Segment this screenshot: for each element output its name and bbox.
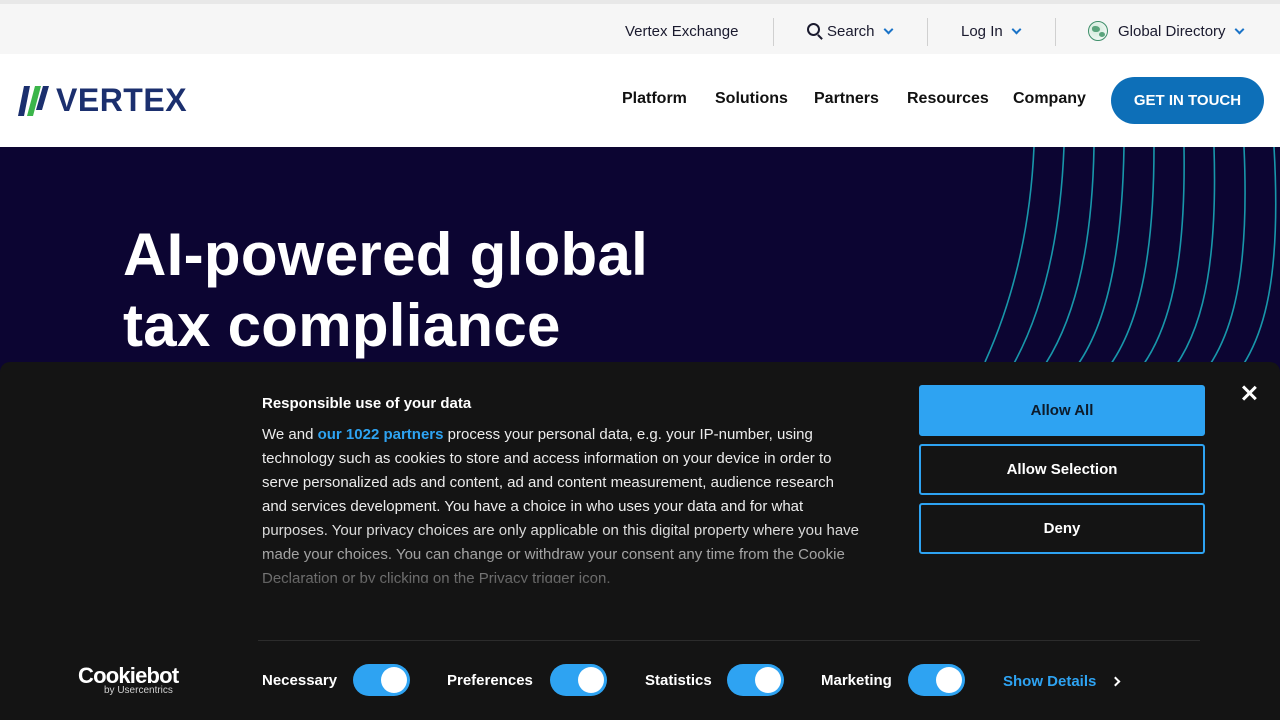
search-icon [807, 22, 820, 36]
vertex-logo-text: VERTEX [56, 81, 188, 118]
allow-all-button[interactable]: Allow All [919, 385, 1205, 436]
statistics-label: Statistics [645, 672, 712, 689]
chevron-right-icon [1110, 676, 1121, 687]
cookiebot-logo-text: Cookiebot [78, 663, 179, 688]
utility-divider [773, 18, 774, 46]
show-details-label: Show Details [1003, 673, 1097, 690]
nav-partners[interactable]: Partners [814, 90, 879, 108]
globe-icon [1088, 21, 1108, 41]
nav-solutions[interactable]: Solutions [715, 90, 788, 108]
allow-selection-button[interactable]: Allow Selection [919, 444, 1205, 495]
chevron-down-icon [1011, 24, 1022, 34]
global-directory-button[interactable]: Global Directory [1088, 8, 1244, 54]
cookie-consent-banner: Responsible use of your data We and our … [0, 362, 1280, 720]
preferences-toggle[interactable] [550, 664, 607, 696]
preferences-label: Preferences [447, 672, 533, 689]
login-label: Log In [961, 22, 1003, 40]
cookie-body-prefix: We and [262, 426, 318, 443]
necessary-label: Necessary [262, 672, 338, 689]
nav-company[interactable]: Company [1013, 90, 1086, 108]
partners-link[interactable]: our 1022 partners [318, 426, 444, 443]
cookie-banner-title: Responsible use of your data [262, 395, 472, 412]
close-icon[interactable] [1238, 382, 1260, 404]
vertex-logo[interactable]: VERTEX [16, 80, 187, 120]
main-header: VERTEX Platform Solutions Partners Resou… [0, 54, 1280, 147]
global-directory-label: Global Directory [1118, 22, 1226, 40]
vertex-logo-icon [18, 86, 49, 116]
hero-title: AI-powered global tax compliance [123, 219, 823, 361]
utility-divider [1055, 18, 1056, 46]
nav-platform[interactable]: Platform [622, 90, 687, 108]
deny-button[interactable]: Deny [919, 503, 1205, 554]
chevron-down-icon [1234, 24, 1244, 34]
search-label: Search [827, 22, 875, 40]
login-button[interactable]: Log In [961, 8, 1022, 54]
cookie-body-text: process your personal data, e.g. your IP… [262, 426, 860, 583]
utility-divider [927, 18, 928, 46]
cookie-banner-body: We and our 1022 partners process your pe… [262, 423, 862, 583]
statistics-toggle[interactable] [727, 664, 784, 696]
chevron-down-icon [883, 24, 893, 34]
marketing-label: Marketing [821, 672, 892, 689]
hero-title-line-1: AI-powered global [123, 221, 649, 288]
cookiebot-logo: Cookiebot by Usercentrics [78, 663, 188, 697]
cookie-divider [258, 640, 1200, 641]
show-details-link[interactable]: Show Details [1003, 673, 1121, 690]
necessary-toggle[interactable] [353, 664, 410, 696]
marketing-toggle[interactable] [908, 664, 965, 696]
vertex-exchange-link[interactable]: Vertex Exchange [625, 8, 738, 54]
utility-bar: Vertex Exchange Search Log In Global Dir… [0, 0, 1280, 54]
nav-resources[interactable]: Resources [907, 90, 989, 108]
vertex-exchange-label: Vertex Exchange [625, 22, 739, 40]
search-button[interactable]: Search [807, 8, 893, 54]
hero-title-line-2: tax compliance [123, 292, 561, 359]
get-in-touch-button[interactable]: GET IN TOUCH [1111, 77, 1264, 124]
